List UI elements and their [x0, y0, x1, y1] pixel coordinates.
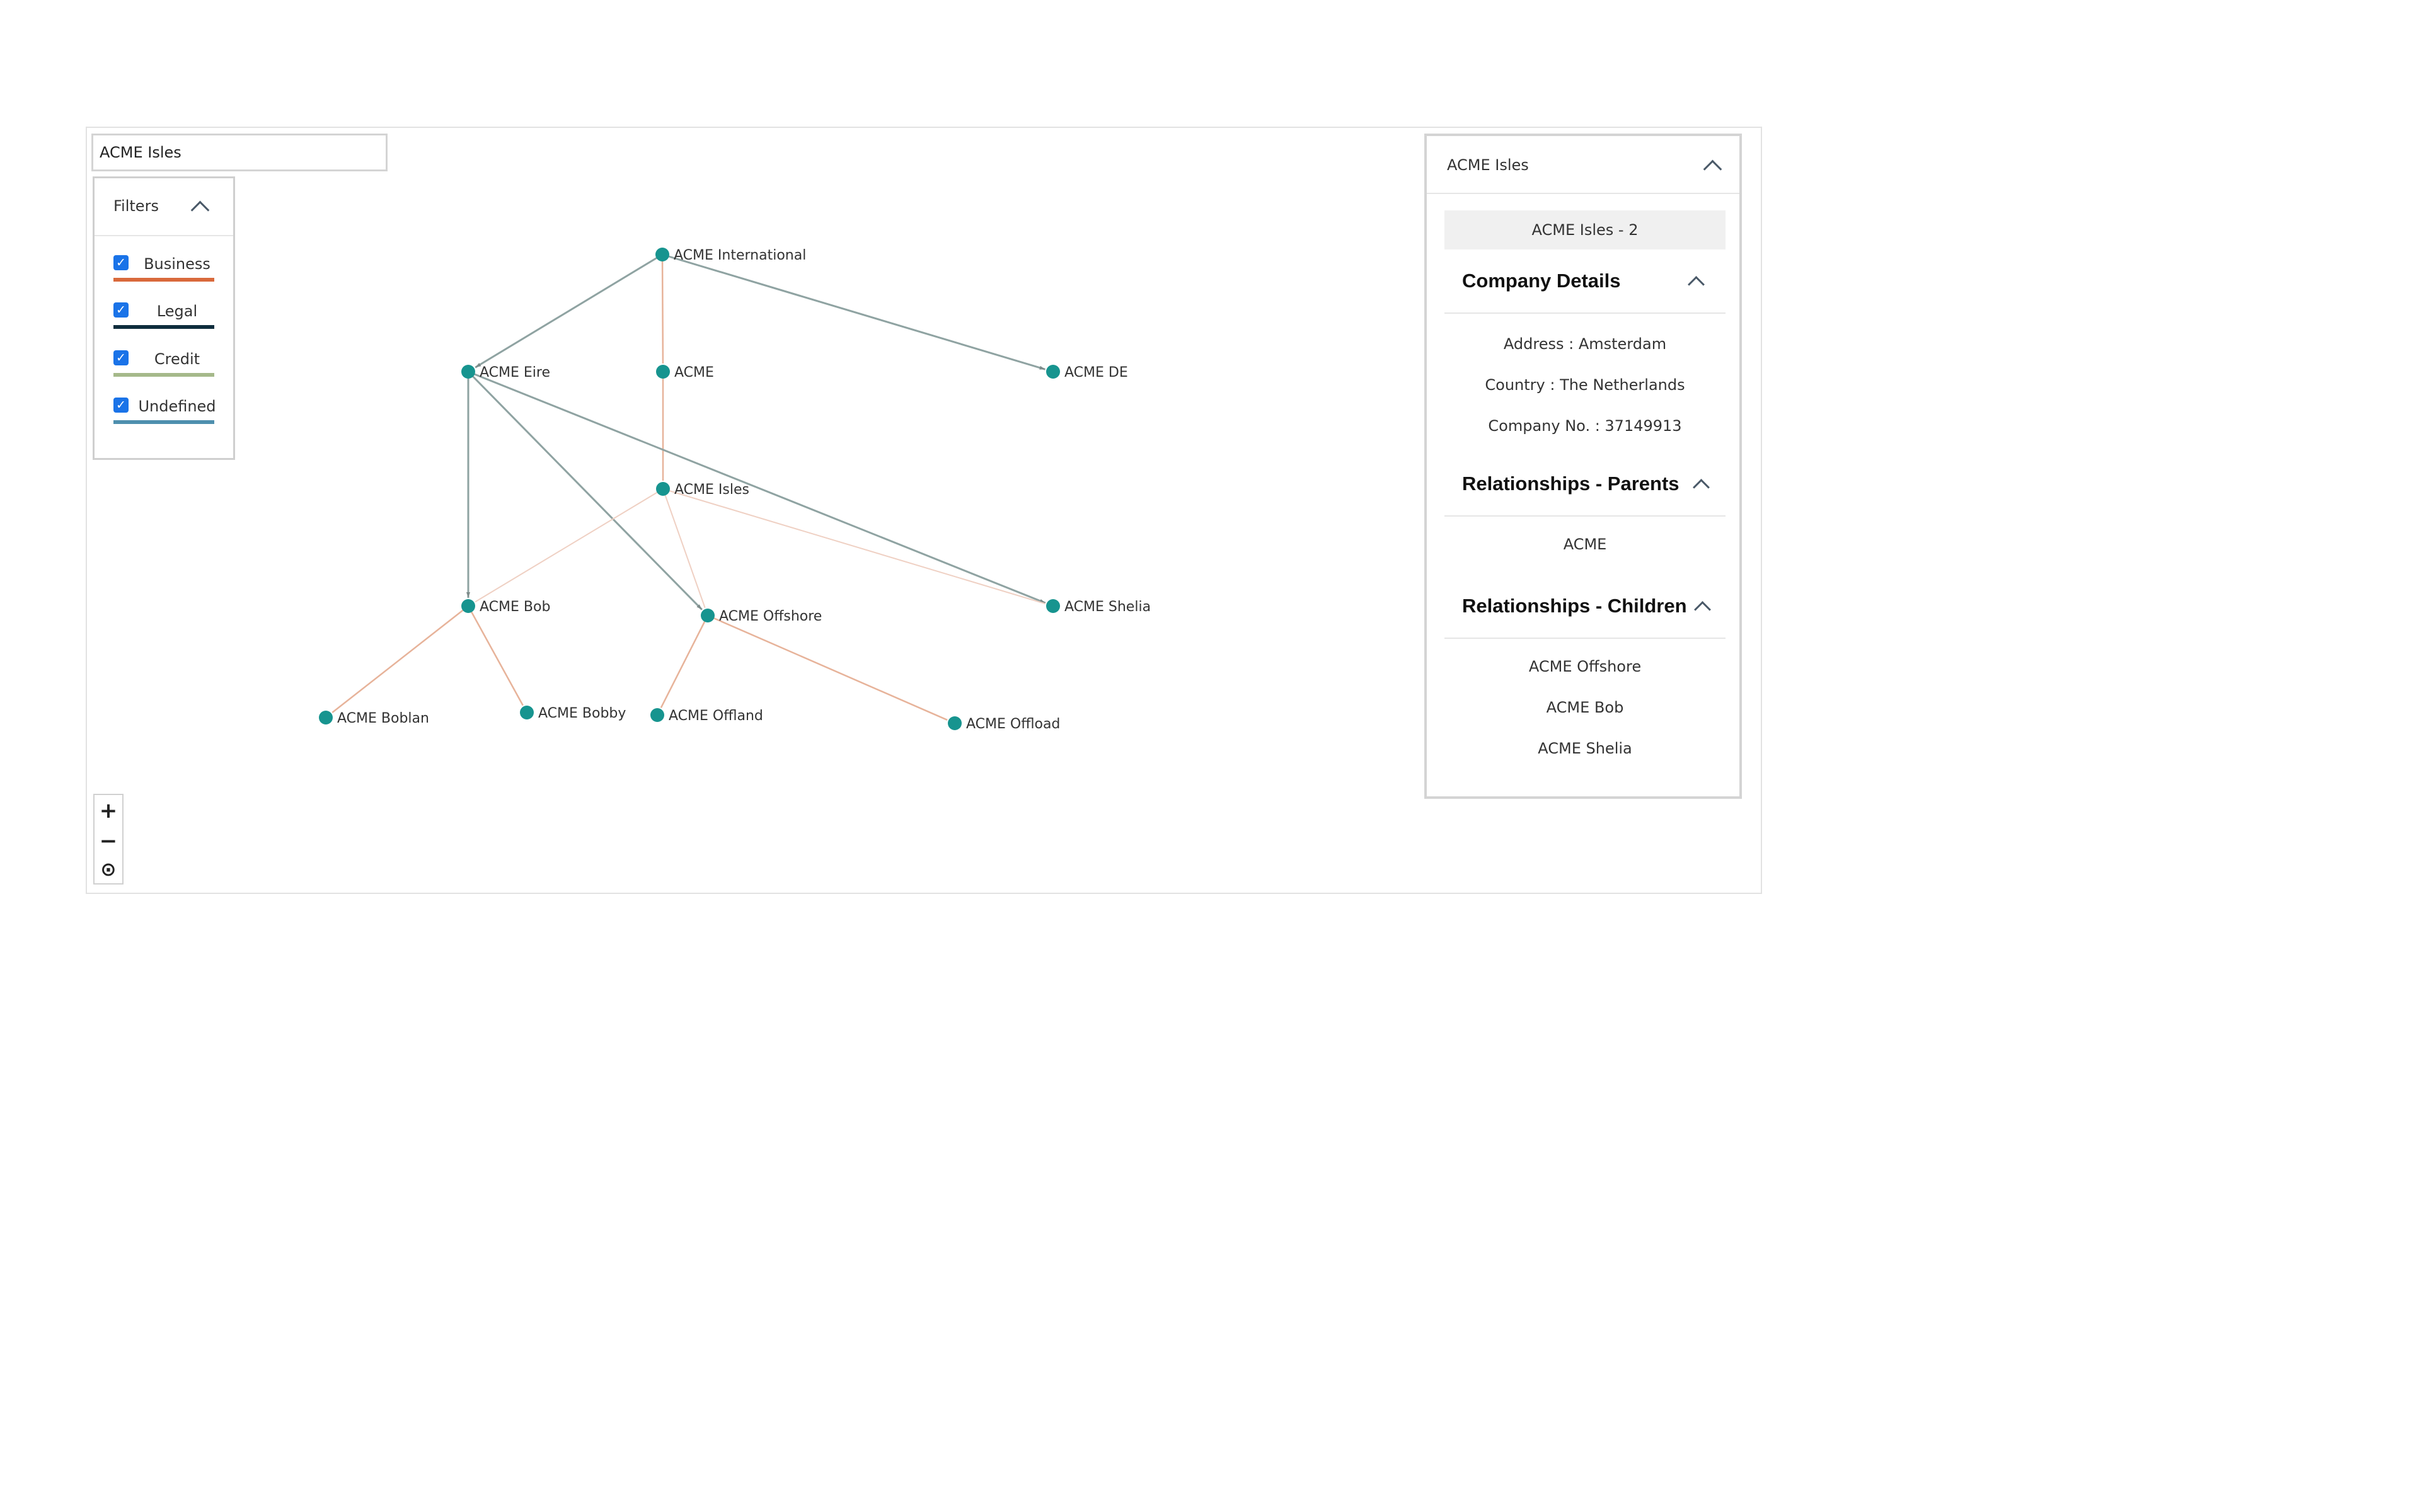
search-input[interactable] [91, 134, 388, 171]
filters-panel: Filters ✓ Business ✓ Legal ✓ Credit ✓ Un… [93, 176, 235, 460]
filter-label-legal: Legal [156, 302, 198, 320]
node-dot[interactable] [948, 716, 962, 730]
graph-node-offshore[interactable]: ACME Offshore [701, 609, 822, 624]
legend-line-undefined [113, 420, 214, 424]
node-dot[interactable] [461, 365, 475, 379]
node-label[interactable]: ACME International [674, 248, 806, 263]
zoom-controls: + − ⊙ [93, 794, 124, 885]
checkbox-credit[interactable]: ✓ [113, 350, 129, 365]
checkbox-undefined[interactable]: ✓ [113, 398, 129, 413]
node-label[interactable]: ACME Offshore [719, 609, 822, 624]
node-dot[interactable] [650, 708, 664, 722]
node-label[interactable]: ACME Bobby [538, 706, 626, 721]
details-subtitle: ACME Isles - 2 [1444, 210, 1726, 249]
details-panel-header[interactable]: ACME Isles [1427, 136, 1739, 194]
filter-undefined[interactable]: ✓ Undefined [113, 398, 216, 435]
child-item[interactable]: ACME Bob [1444, 699, 1726, 716]
filter-label-undefined: Undefined [138, 398, 216, 415]
node-label[interactable]: ACME Offland [669, 708, 763, 724]
company-address: Address : Amsterdam [1503, 335, 1667, 353]
node-dot[interactable] [656, 482, 670, 496]
filters-header[interactable]: Filters [95, 178, 233, 236]
children-header[interactable]: Relationships - Children [1444, 581, 1726, 639]
node-label[interactable]: ACME Offload [966, 716, 1060, 732]
children-title: Relationships - Children [1462, 595, 1687, 617]
chevron-up-icon[interactable] [190, 200, 210, 220]
legend-line-credit [113, 373, 214, 377]
legend-line-legal [113, 325, 214, 329]
node-label[interactable]: ACME Eire [480, 365, 550, 381]
filter-label-credit: Credit [154, 350, 200, 368]
parents-title: Relationships - Parents [1462, 472, 1680, 495]
chevron-up-icon[interactable] [1694, 601, 1711, 618]
company-country: Country : The Netherlands [1485, 376, 1685, 394]
node-label[interactable]: ACME DE [1064, 365, 1128, 381]
node-label[interactable]: ACME Shelia [1064, 599, 1151, 615]
company-details-title: Company Details [1462, 270, 1621, 292]
node-dot[interactable] [655, 248, 669, 261]
node-dot[interactable] [1046, 599, 1060, 613]
legend-line-business [113, 278, 214, 282]
graph-node-acme[interactable]: ACME [656, 365, 714, 381]
zoom-in-button[interactable]: + [95, 796, 122, 825]
details-panel-title: ACME Isles [1447, 156, 1529, 174]
node-dot[interactable] [461, 599, 475, 613]
chevron-up-icon[interactable] [1703, 159, 1722, 179]
company-details-header[interactable]: Company Details [1444, 256, 1726, 314]
chevron-up-icon[interactable] [1688, 276, 1705, 293]
details-panel: ACME Isles ACME Isles - 2 Company Detail… [1424, 134, 1742, 799]
node-dot[interactable] [319, 711, 333, 724]
checkbox-business[interactable]: ✓ [113, 255, 129, 270]
node-label[interactable]: ACME Isles [674, 482, 749, 498]
zoom-out-button[interactable]: − [95, 827, 122, 856]
filter-legal[interactable]: ✓ Legal [113, 302, 214, 340]
child-item[interactable]: ACME Offshore [1444, 658, 1726, 675]
checkbox-legal[interactable]: ✓ [113, 302, 129, 318]
filter-label-business: Business [144, 255, 210, 273]
node-label[interactable]: ACME [674, 365, 714, 381]
recenter-icon[interactable]: ⊙ [95, 856, 122, 885]
parent-item[interactable]: ACME [1444, 536, 1726, 553]
chevron-up-icon[interactable] [1693, 479, 1710, 496]
node-dot[interactable] [656, 365, 670, 379]
filter-credit[interactable]: ✓ Credit [113, 350, 214, 388]
filters-title: Filters [113, 197, 159, 215]
node-label[interactable]: ACME Boblan [337, 711, 429, 726]
filter-business[interactable]: ✓ Business [113, 255, 214, 293]
graph-node-intl[interactable]: ACME International [655, 248, 806, 263]
node-dot[interactable] [1046, 365, 1060, 379]
node-dot[interactable] [701, 609, 715, 622]
child-item[interactable]: ACME Shelia [1444, 740, 1726, 757]
company-number: Company No. : 37149913 [1488, 417, 1682, 435]
parents-header[interactable]: Relationships - Parents [1444, 459, 1726, 517]
node-label[interactable]: ACME Bob [480, 599, 550, 615]
node-dot[interactable] [520, 706, 534, 719]
